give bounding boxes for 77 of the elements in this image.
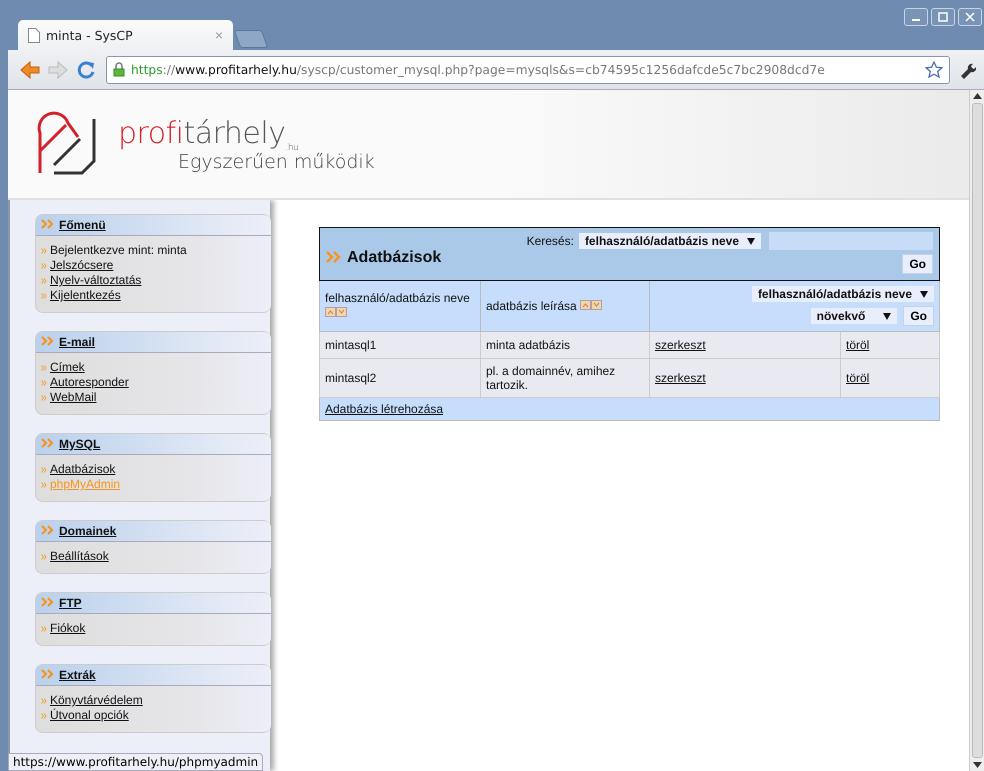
new-tab-button[interactable]	[234, 30, 268, 48]
address-bar[interactable]: https://www.profitarhely.hu/syscp/customer_mysql.php?page=mysqls&s=cb74595c1256dafcde5c7bc2908dcd7e	[106, 56, 950, 84]
delete-link[interactable]: töröl	[846, 338, 870, 352]
sort-arrows-icon[interactable]	[325, 306, 347, 320]
menu-link[interactable]: Autoresponder	[50, 375, 129, 390]
create-database-link[interactable]: Adatbázis létrehozása	[325, 402, 444, 416]
sort-order-dropdown[interactable]: növekvő	[810, 308, 898, 324]
bullet-icon	[41, 364, 47, 370]
column-header: adatbázis leírása	[486, 298, 577, 312]
menu-link[interactable]: Nyelv-változtatás	[50, 273, 142, 288]
bullet-icon	[41, 278, 47, 284]
caret-icon	[747, 238, 755, 245]
column-header: felhasználó/adatbázis neve	[325, 291, 470, 305]
caret-icon	[920, 291, 928, 298]
lock-icon	[113, 62, 125, 77]
forward-icon[interactable]	[48, 60, 68, 78]
menu-heading-link[interactable]: Extrák	[59, 668, 96, 682]
menu-link[interactable]: Jelszócsere	[50, 258, 114, 273]
table-cell: mintasql1	[325, 338, 376, 352]
go-button[interactable]: Go	[903, 306, 934, 326]
menu-heading-link[interactable]: MySQL	[59, 437, 100, 451]
search-input[interactable]	[769, 232, 933, 250]
double-chevron-icon	[326, 250, 342, 266]
bullet-icon	[41, 554, 47, 560]
search-label: Keresés:	[526, 234, 574, 248]
bullet-icon	[41, 248, 47, 254]
menu-link[interactable]: Útvonal opciók	[50, 708, 129, 723]
caret-icon	[883, 313, 892, 320]
table-cell: minta adatbázis	[486, 338, 570, 352]
bullet-icon	[41, 466, 47, 472]
back-icon[interactable]	[20, 60, 40, 78]
bullet-icon	[41, 482, 47, 488]
search-field-dropdown[interactable]: felhasználó/adatbázis neve	[578, 233, 761, 249]
bullet-icon	[41, 394, 47, 400]
menu-link[interactable]: Adatbázisok	[50, 462, 116, 477]
table-cell: pl. a domainnév, amihez tartozik.	[486, 364, 616, 392]
bullet-icon	[41, 698, 47, 704]
menu-link[interactable]: Kijelentkezés	[50, 288, 121, 303]
page-icon	[28, 28, 40, 42]
edit-link[interactable]: szerkeszt	[655, 338, 706, 352]
login-status-text: Bejelentkezve mint: minta	[50, 243, 187, 258]
menu-link[interactable]: Beállítások	[50, 549, 109, 564]
bullet-icon	[41, 712, 47, 718]
scroll-up-icon[interactable]	[972, 93, 982, 99]
bullet-icon	[41, 292, 47, 298]
delete-link[interactable]: töröl	[846, 371, 870, 385]
menu-heading-link[interactable]: FTP	[59, 596, 82, 610]
go-button[interactable]: Go	[902, 254, 933, 274]
star-icon[interactable]	[925, 60, 943, 78]
bullet-icon	[41, 262, 47, 268]
sort-arrows-icon[interactable]	[580, 298, 602, 312]
menu-heading-link[interactable]: Főmenü	[59, 218, 106, 232]
maximize-button[interactable]	[931, 8, 955, 26]
browser-tab[interactable]: minta - SysCP ×	[18, 20, 233, 50]
menu-heading-link[interactable]: Domainek	[59, 524, 116, 538]
bullet-icon	[41, 380, 47, 386]
tab-title: minta - SysCP	[46, 28, 134, 42]
menu-link[interactable]: Címek	[50, 360, 85, 375]
reload-icon[interactable]	[76, 60, 96, 80]
panel-title: Adatbázisok	[347, 249, 442, 267]
scroll-down-icon[interactable]	[972, 762, 982, 768]
minimize-icon	[912, 19, 920, 21]
menu-link[interactable]: WebMail	[50, 390, 96, 405]
table-cell: mintasql2	[325, 371, 376, 385]
menu-heading-link[interactable]: E-mail	[59, 335, 96, 349]
scrollbar[interactable]	[969, 90, 984, 771]
maximize-icon	[938, 12, 948, 22]
sort-field-dropdown[interactable]: felhasználó/adatbázis neve	[752, 286, 934, 302]
close-button[interactable]	[958, 8, 982, 26]
close-icon	[965, 12, 975, 22]
menu-link[interactable]: Könyvtárvédelem	[50, 693, 143, 708]
edit-link[interactable]: szerkeszt	[655, 371, 706, 385]
status-bubble: https://www.profitarhely.hu/phpmyadmin	[8, 753, 264, 771]
menu-link[interactable]: Fiókok	[50, 621, 86, 636]
bullet-icon	[41, 626, 47, 632]
logo-text: profitárhely$_{.hu}$ Egyszerűen működik	[118, 116, 375, 172]
minimize-button[interactable]	[904, 8, 928, 26]
